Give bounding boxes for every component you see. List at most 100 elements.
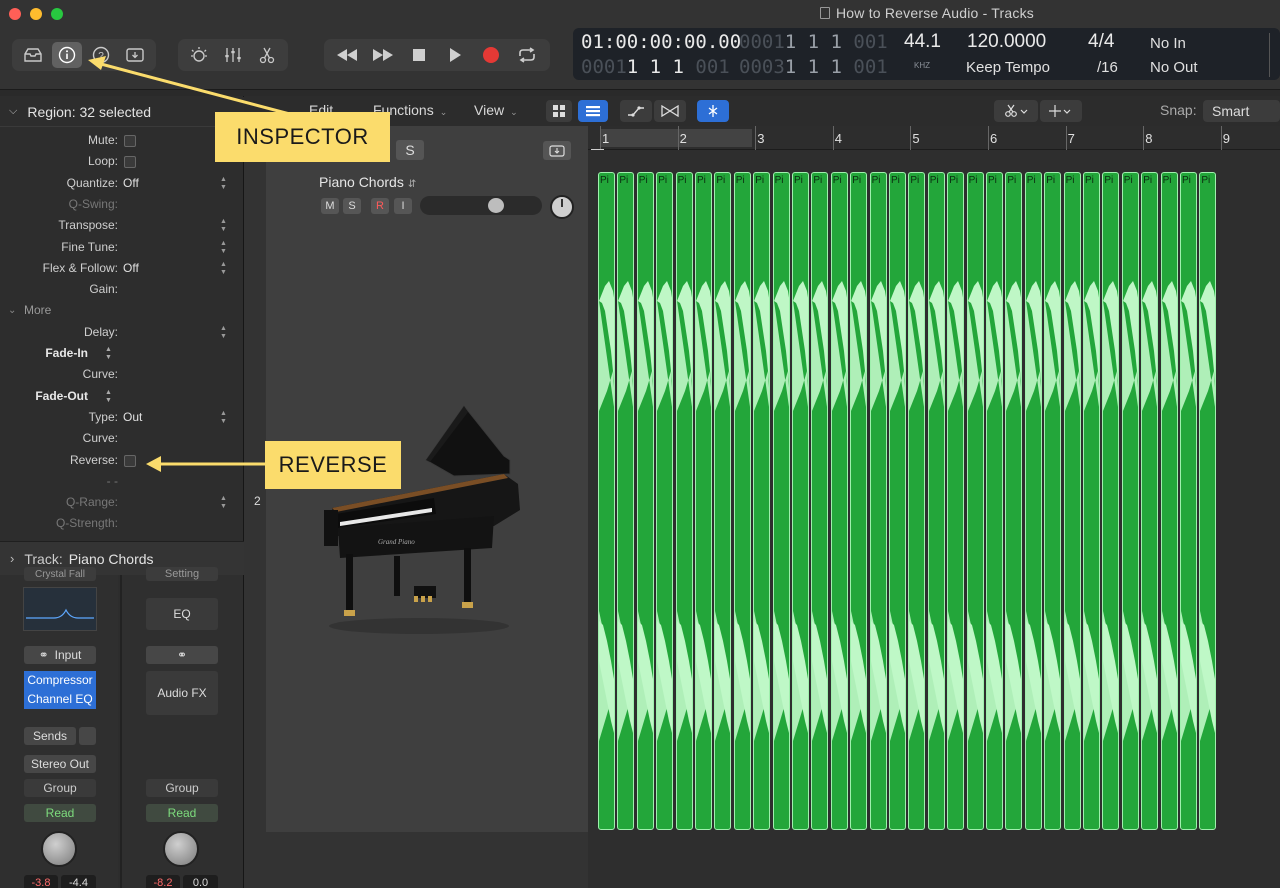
inspector-row[interactable]: Flex & Follow: Off ▲ ▼ [0,258,244,279]
audio-region[interactable]: Pi [830,172,848,830]
audio-region[interactable]: Pi [753,172,771,830]
inspector-row[interactable]: Gain: [0,279,244,300]
flex-icon[interactable] [654,100,686,122]
inspector-row[interactable]: - - [0,471,244,492]
track-pan-knob[interactable] [550,195,574,219]
audio-region[interactable]: Pi [1063,172,1081,830]
audio-region[interactable]: Pi [889,172,906,830]
record-enable-button[interactable]: R [371,198,389,214]
lcd-display[interactable]: 01:00:00:00.00 00011 1 1 001 00011 1 1 0… [573,28,1280,80]
quick-help-icon[interactable]: ? [86,42,116,68]
automation-icon[interactable] [620,100,652,122]
output-button[interactable]: Stereo Out [24,755,96,773]
global-solo-button[interactable]: S [396,140,424,160]
inspector-row[interactable]: Mute: [0,130,244,151]
audio-region[interactable]: Pi [850,172,868,830]
stepper-icon[interactable]: ▲ ▼ [220,176,227,192]
minimize-window-button[interactable] [30,8,42,20]
audio-region[interactable]: Pi [1005,172,1023,830]
audio-region[interactable]: Pi [1121,172,1139,830]
secondary-tool-icon[interactable] [1040,100,1082,122]
inspector-row-value[interactable]: Out [123,407,142,428]
catch-playhead-icon[interactable] [697,100,729,122]
audio-region[interactable]: Pi [792,172,809,830]
zoom-window-button[interactable] [51,8,63,20]
inspector-row[interactable]: Q-Range: ▲ ▼ [0,492,244,513]
audio-region[interactable]: Pi [869,172,887,830]
group-button[interactable]: Group [146,779,218,797]
automation-read-button[interactable]: Read [146,804,218,822]
inspector-row[interactable]: Delay: ▲ ▼ [0,322,244,343]
inspector-row[interactable]: Fine Tune: ▲ ▼ [0,237,244,258]
checkbox[interactable] [124,454,136,467]
audio-region[interactable]: Pi [714,172,732,830]
view-menu[interactable]: View ⌄ [474,102,518,118]
pan-knob[interactable] [41,831,77,867]
inspector-row[interactable]: Loop: [0,151,244,172]
library-icon[interactable] [18,42,48,68]
inspector-row[interactable]: Curve: [0,364,244,385]
snap-select[interactable]: Smart [1203,100,1280,122]
checkbox[interactable] [124,135,136,147]
group-button[interactable]: Group [24,779,96,797]
audio-region[interactable]: Pi [656,172,674,830]
audio-region[interactable]: Pi [1044,172,1062,830]
rewind-icon[interactable] [330,42,364,68]
link-button[interactable]: ⚭ [146,646,218,664]
audio-region[interactable]: Pi [927,172,945,830]
solo-button[interactable]: S [343,198,361,214]
pointer-tool-icon[interactable] [994,100,1038,122]
audio-region[interactable]: Pi [772,172,790,830]
fast-forward-icon[interactable] [366,42,400,68]
stepper-icon[interactable]: ▲ ▼ [220,325,227,341]
add-track-icon[interactable] [543,141,571,160]
audio-region[interactable]: Pi [1102,172,1120,830]
close-window-button[interactable] [9,8,21,20]
inspector-row[interactable]: Fade-In ▲ ▼ [0,343,244,364]
stepper-icon[interactable]: ▲ ▼ [220,410,227,426]
inspector-row[interactable]: Q-Strength: [0,513,244,534]
list-view-icon[interactable] [578,100,608,122]
audio-region[interactable]: Pi [675,172,693,830]
audio-region[interactable]: Pi [811,172,829,830]
mixer-icon[interactable] [218,42,248,68]
stepper-icon[interactable]: ▲ ▼ [220,240,227,256]
compressor-plugin-slot[interactable]: Compressor [24,671,96,690]
audio-region[interactable]: Pi [1180,172,1197,830]
audio-region[interactable]: Pi [733,172,751,830]
inspector-row[interactable]: Curve: [0,428,244,449]
input-monitor-button[interactable]: I [394,198,412,214]
stepper-icon[interactable]: ▲ ▼ [105,389,112,405]
pan-knob[interactable] [163,831,199,867]
track-name[interactable]: Piano Chords ⇵ [319,174,416,190]
audio-region[interactable]: Pi [966,172,984,830]
inspector-row[interactable]: Fade-Out ▲ ▼ [0,386,244,407]
stop-icon[interactable] [402,42,436,68]
setting-button[interactable]: Setting [146,567,218,581]
inspector-row-value[interactable]: Off [123,173,139,194]
inspector-row[interactable]: Q-Swing: [0,194,244,215]
inspector-icon[interactable] [52,42,82,68]
audio-region[interactable]: Pi [1199,172,1217,830]
audio-region[interactable]: Pi [1083,172,1100,830]
checkbox[interactable] [124,156,136,169]
audio-fx-slot[interactable]: Audio FX [146,671,218,715]
audio-region[interactable]: Pi [908,172,926,830]
inspector-row[interactable]: Transpose: ▲ ▼ [0,215,244,236]
eq-thumbnail[interactable] [23,587,97,631]
stepper-icon[interactable]: ▲ ▼ [220,495,227,511]
volume-slider[interactable] [420,196,542,215]
grid-view-icon[interactable] [546,100,572,122]
audio-region[interactable]: Pi [636,172,654,830]
inspector-row[interactable]: Type: Out ▲ ▼ [0,407,244,428]
input-button[interactable]: ⚭ Input [24,646,96,664]
audio-region[interactable]: Pi [695,172,712,830]
stepper-icon[interactable]: ▲ ▼ [220,261,227,277]
automation-read-button[interactable]: Read [24,804,96,822]
audio-region[interactable]: Pi [947,172,965,830]
cycle-region[interactable] [600,129,752,147]
play-icon[interactable] [438,42,472,68]
toolbar-toggle-icon[interactable] [120,42,150,68]
audio-region[interactable]: Pi [598,172,615,830]
stepper-icon[interactable]: ▲ ▼ [105,346,112,362]
